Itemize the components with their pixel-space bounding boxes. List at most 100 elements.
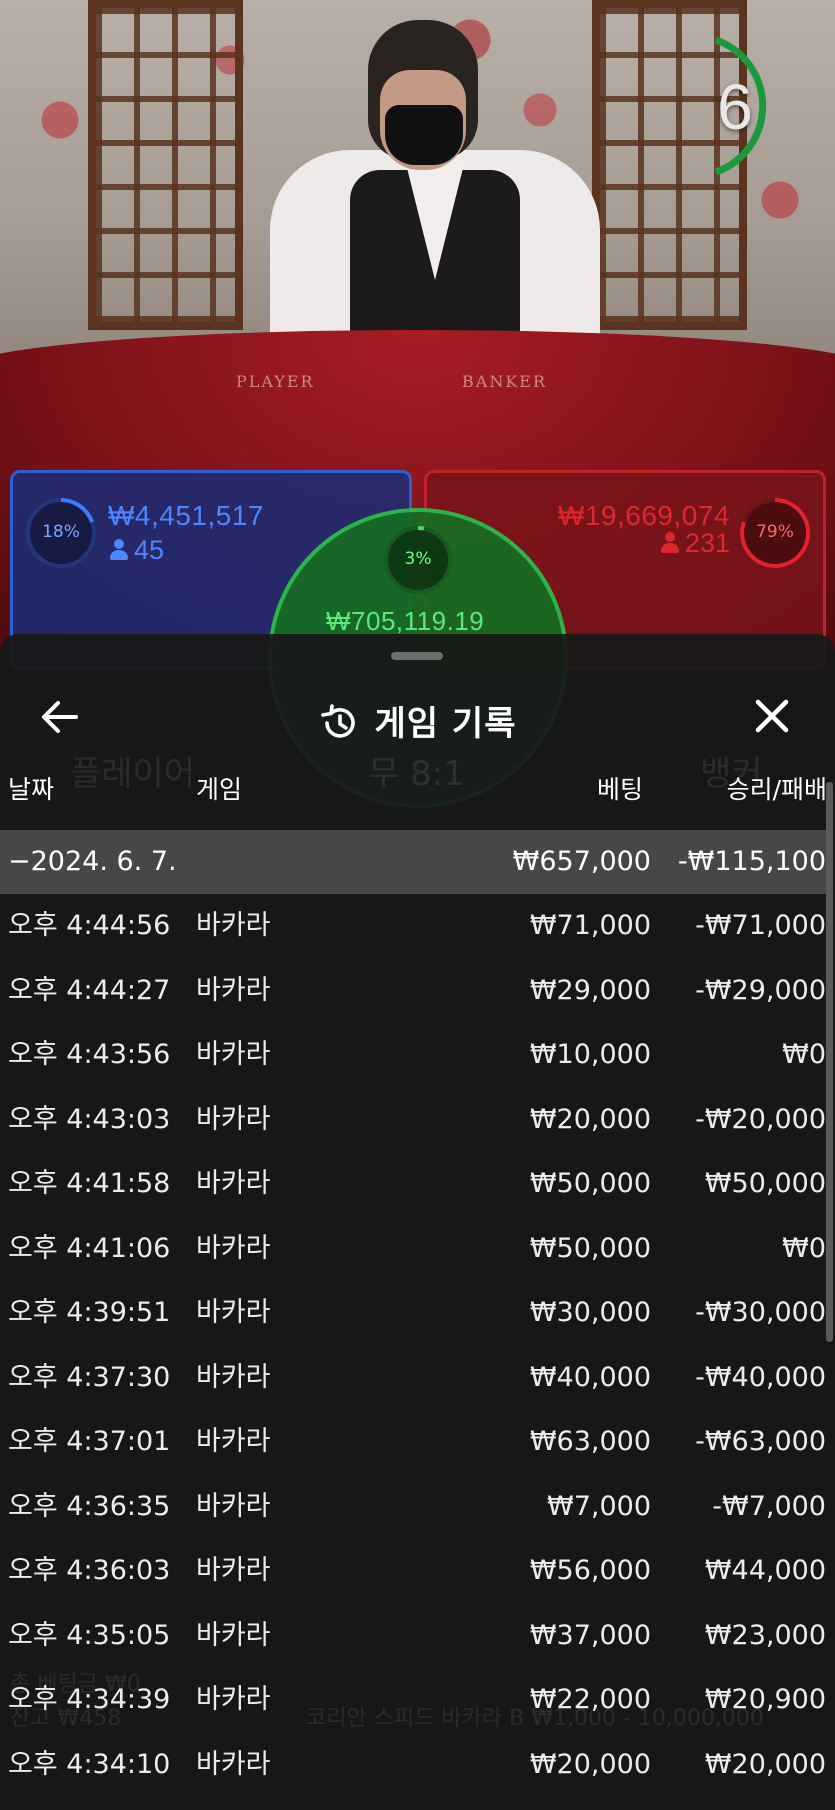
history-row-result: ₩20,000 [704, 1748, 826, 1780]
history-row[interactable]: 오후 4:39:51 바카라 ₩30,000 -₩30,000 [0, 1281, 826, 1345]
player-bet-total: ₩4,451,517 [108, 500, 264, 531]
history-row-game: 바카라 [196, 1555, 271, 1586]
banker-percent: 79% [756, 522, 794, 542]
history-row-game: 바카라 [196, 1361, 271, 1393]
person-icon [110, 539, 128, 561]
history-row-result: -₩30,000 [695, 1297, 826, 1328]
tie-percent: 3% [404, 549, 432, 569]
history-row-result: ₩23,000 [704, 1619, 826, 1651]
history-row-time: 오후 4:37:30 [8, 1361, 171, 1393]
history-row-game: 바카라 [196, 1426, 271, 1457]
history-row-bet: ₩71,000 [529, 910, 651, 941]
history-row[interactable]: 오후 4:43:03 바카라 ₩20,000 -₩20,000 [0, 1088, 826, 1152]
history-row-game: 바카라 [196, 1490, 271, 1522]
history-row-game: 바카라 [196, 1103, 271, 1135]
history-row-game: 바카라 [196, 910, 271, 941]
history-row-bet: ₩56,000 [529, 1555, 651, 1586]
history-row-bet: ₩50,000 [529, 1232, 651, 1264]
game-history-sheet: 플레이어 무 8:1 뱅커 총 베팅금 ₩0 잔고 ₩458 코리안 스피드 바… [0, 634, 835, 1810]
tie-bet-total: ₩705,119.19 [326, 606, 485, 636]
date-group-label: −2024. 6. 7. [8, 846, 177, 877]
history-row-bet: ₩37,000 [529, 1619, 651, 1651]
history-row[interactable]: 오후 4:36:35 바카라 ₩7,000 -₩7,000 [0, 1475, 826, 1539]
sheet-drag-handle[interactable] [391, 652, 443, 660]
history-row-game: 바카라 [196, 1232, 271, 1264]
history-row-time: 오후 4:36:35 [8, 1490, 171, 1522]
history-row[interactable]: 오후 4:43:56 바카라 ₩10,000 ₩0 [0, 1023, 826, 1087]
history-row-result: -₩63,000 [695, 1426, 826, 1457]
history-row-result: ₩50,000 [704, 1168, 826, 1199]
history-row-time: 오후 4:36:03 [8, 1555, 171, 1586]
banker-bettor-count: 231 [660, 528, 730, 559]
history-row-time: 오후 4:35:05 [8, 1619, 171, 1651]
history-row-bet: ₩20,000 [529, 1103, 651, 1135]
history-row-game: 바카라 [196, 1297, 271, 1328]
history-row-time: 오후 4:44:27 [8, 974, 171, 1006]
sheet-header: 게임 기록 [0, 674, 835, 758]
history-row-game: 바카라 [196, 1168, 271, 1199]
felt-player-label: PLAYER [236, 372, 315, 391]
history-row-bet: ₩40,000 [529, 1361, 651, 1393]
history-row-bet: ₩30,000 [529, 1297, 651, 1328]
column-header-date: 날짜 [8, 775, 55, 804]
history-row[interactable]: 오후 4:34:10 바카라 ₩20,000 ₩20,000 [0, 1733, 826, 1797]
history-row-result: ₩44,000 [704, 1555, 826, 1586]
history-row-result: -₩20,000 [695, 1103, 826, 1135]
scrollbar[interactable] [826, 782, 833, 1342]
column-header-result: 승리/패배 [726, 775, 827, 804]
history-row-bet: ₩22,000 [529, 1684, 651, 1715]
history-row-result: -₩7,000 [712, 1490, 826, 1522]
history-row-time: 오후 4:41:58 [8, 1168, 171, 1199]
felt-banker-label: BANKER [462, 372, 547, 391]
history-row[interactable]: 오후 4:36:03 바카라 ₩56,000 ₩44,000 [0, 1539, 826, 1603]
history-row[interactable]: 오후 4:35:05 바카라 ₩37,000 ₩23,000 [0, 1604, 826, 1668]
history-row[interactable]: 오후 4:41:06 바카라 ₩50,000 ₩0 [0, 1217, 826, 1281]
history-row-time: 오후 4:34:10 [8, 1748, 171, 1780]
close-icon [755, 699, 789, 733]
history-row[interactable]: 오후 4:37:30 바카라 ₩40,000 -₩40,000 [0, 1346, 826, 1410]
history-row-bet: ₩10,000 [529, 1039, 651, 1070]
history-row-result: ₩20,900 [704, 1684, 826, 1715]
date-group-result-total: -₩115,100 [677, 846, 826, 877]
column-header-bet: 베팅 [596, 775, 643, 804]
history-row-game: 바카라 [196, 1684, 271, 1715]
history-row-result: ₩0 [782, 1039, 826, 1070]
history-row-time: 오후 4:37:01 [8, 1426, 171, 1457]
history-row-result: -₩40,000 [695, 1361, 826, 1393]
history-icon [320, 704, 355, 738]
history-row-game: 바카라 [196, 1748, 271, 1780]
history-row-time: 오후 4:39:51 [8, 1297, 171, 1328]
player-bettor-count: 45 [110, 535, 164, 566]
history-row[interactable]: 오후 4:34:39 바카라 ₩22,000 ₩20,900 [0, 1668, 826, 1732]
countdown-number: 6 [717, 71, 753, 143]
column-header-game: 게임 [196, 775, 243, 804]
history-row-result: ₩0 [782, 1232, 826, 1264]
close-button[interactable] [746, 692, 798, 740]
history-row-bet: ₩20,000 [529, 1748, 651, 1780]
dealer-mask [385, 105, 463, 165]
history-row[interactable]: 오후 4:44:56 바카라 ₩71,000 -₩71,000 [0, 894, 826, 958]
history-row-game: 바카라 [196, 974, 271, 1006]
history-row-game: 바카라 [196, 1039, 271, 1070]
history-row-result: -₩71,000 [695, 910, 826, 941]
history-row[interactable]: 오후 4:41:58 바카라 ₩50,000 ₩50,000 [0, 1152, 826, 1216]
history-row-bet: ₩7,000 [547, 1490, 651, 1522]
date-group-row[interactable]: −2024. 6. 7. ₩657,000 -₩115,100 [0, 830, 826, 894]
history-row[interactable]: 오후 4:37:01 바카라 ₩63,000 -₩63,000 [0, 1410, 826, 1474]
history-row-time: 오후 4:34:39 [8, 1684, 171, 1715]
history-row-bet: ₩63,000 [529, 1426, 651, 1457]
sheet-title: 게임 기록 [374, 704, 517, 744]
history-row[interactable]: 오후 4:44:27 바카라 ₩29,000 -₩29,000 [0, 959, 826, 1023]
history-row-game: 바카라 [196, 1619, 271, 1651]
history-row-time: 오후 4:43:56 [8, 1039, 171, 1070]
sheet-title-group: 게임 기록 [0, 696, 835, 745]
history-row-time: 오후 4:44:56 [8, 910, 171, 941]
history-row-time: 오후 4:43:03 [8, 1103, 171, 1135]
lattice-screen-left [88, 0, 243, 330]
person-icon [660, 532, 679, 554]
history-row-time: 오후 4:41:06 [8, 1232, 171, 1264]
history-row-bet: ₩50,000 [529, 1168, 651, 1199]
date-group-bet-total: ₩657,000 [512, 846, 651, 877]
history-row-bet: ₩29,000 [529, 974, 651, 1006]
player-percent: 18% [42, 522, 80, 542]
